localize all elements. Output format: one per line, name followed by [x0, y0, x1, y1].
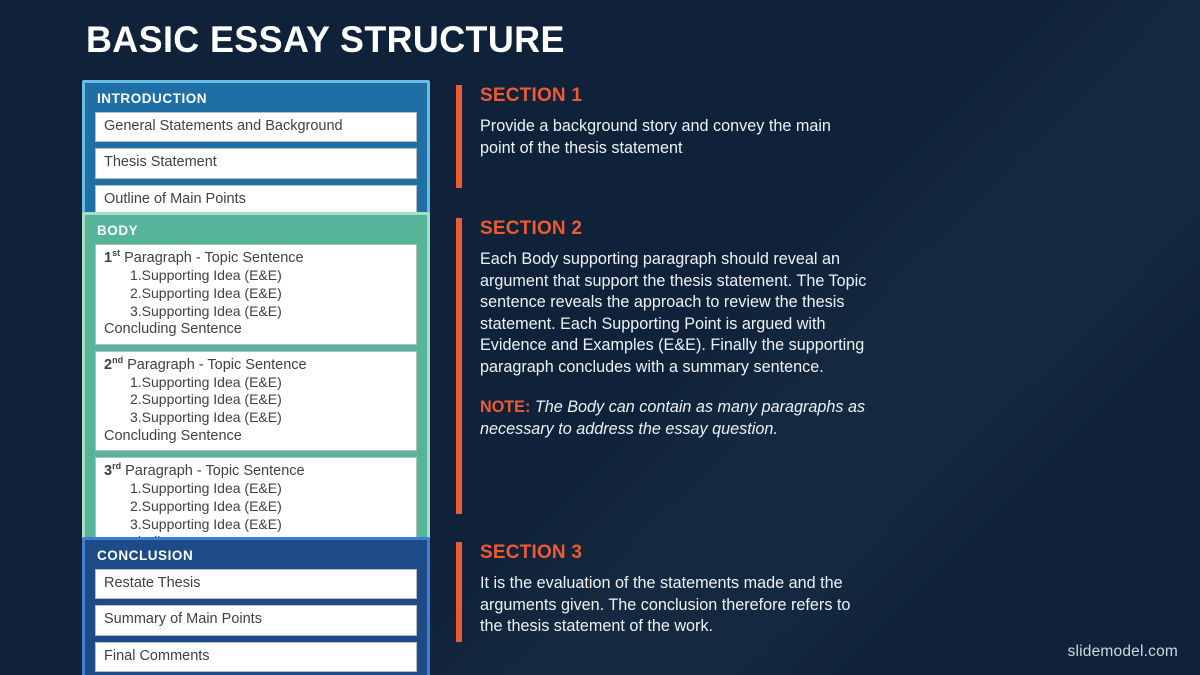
page-title: BASIC ESSAY STRUCTURE [86, 19, 565, 60]
paragraph-heading: 2nd Paragraph - Topic Sentence [104, 354, 408, 374]
note-label: NOTE: [480, 398, 531, 417]
paragraph-ordinal-number: 1 [104, 250, 113, 266]
paragraph-concluding-sentence: Concluding Sentence [104, 321, 242, 338]
supporting-idea-item: 3.Supporting Idea (E&E) [130, 409, 282, 426]
section-3-title: SECTION 3 [480, 542, 583, 563]
supporting-idea-item: 1.Supporting Idea (E&E) [130, 373, 282, 390]
panel-introduction-title: INTRODUCTION [97, 91, 208, 106]
body-paragraph-card: 2nd Paragraph - Topic Sentence 1.Support… [95, 350, 417, 452]
body-paragraph-card: 1st Paragraph - Topic Sentence 1.Support… [95, 244, 417, 345]
intro-row-2: Thesis Statement [95, 148, 417, 179]
conclusion-row-2: Summary of Main Points [95, 605, 417, 636]
section-1: SECTION 1 Provide a background story and… [456, 85, 870, 188]
section-3: SECTION 3 It is the evaluation of the st… [456, 542, 870, 642]
paragraph-ordinal-suffix: nd [112, 354, 124, 365]
paragraph-heading-rest: Paragraph - Topic Sentence [120, 250, 304, 266]
paragraph-ordinal: 1st [104, 248, 121, 266]
panel-introduction: INTRODUCTION General Statements and Back… [82, 80, 430, 228]
supporting-idea-item: 2.Supporting Idea (E&E) [130, 284, 282, 301]
supporting-idea-item: 2.Supporting Idea (E&E) [130, 391, 282, 408]
paragraph-heading-rest: Paragraph - Topic Sentence [121, 463, 305, 480]
paragraph-ordinal: 2nd [104, 354, 124, 373]
supporting-idea-item: 1.Supporting Idea (E&E) [130, 480, 282, 497]
panel-body: BODY 1st Paragraph - Topic Sentence 1.Su… [82, 212, 430, 570]
watermark: slidemodel.com [1067, 643, 1178, 660]
paragraph-supporting-list: 1.Supporting Idea (E&E) 2.Supporting Ide… [130, 374, 408, 427]
section-accent-bar [456, 542, 462, 642]
section-2-title: SECTION 2 [480, 218, 583, 239]
note-text: The Body can contain as many paragraphs … [480, 398, 866, 438]
section-2-note: NOTE: The Body can contain as many parag… [480, 397, 870, 440]
conclusion-row-3: Final Comments [95, 641, 417, 673]
paragraph-heading: 1st Paragraph - Topic Sentence [104, 249, 408, 267]
intro-row-1: General Statements and Background [95, 112, 417, 143]
paragraph-heading-rest: Paragraph - Topic Sentence [123, 356, 307, 373]
intro-row-3: Outline of Main Points [95, 184, 417, 216]
supporting-idea-item: 1.Supporting Idea (E&E) [130, 267, 282, 284]
paragraph-heading: 3rd Paragraph - Topic Sentence [104, 462, 408, 480]
supporting-idea-item: 3.Supporting Idea (E&E) [130, 302, 282, 319]
paragraph-ordinal-number: 3 [104, 463, 113, 480]
supporting-idea-item: 3.Supporting Idea (E&E) [130, 515, 282, 532]
slide-canvas: BASIC ESSAY STRUCTURE INTRODUCTION Gener… [0, 0, 1200, 675]
paragraph-ordinal-suffix: st [112, 248, 121, 259]
paragraph-ordinal-suffix: rd [112, 461, 122, 472]
paragraph-supporting-list: 1.Supporting Idea (E&E) 2.Supporting Ide… [130, 480, 408, 533]
section-accent-bar [456, 85, 462, 188]
paragraph-concluding-sentence: Concluding Sentence [104, 427, 242, 444]
section-2-text: Each Body supporting paragraph should re… [480, 250, 867, 376]
conclusion-row-1: Restate Thesis [95, 569, 417, 600]
section-1-title: SECTION 1 [480, 85, 583, 106]
supporting-idea-item: 2.Supporting Idea (E&E) [130, 497, 282, 514]
paragraph-supporting-list: 1.Supporting Idea (E&E) 2.Supporting Ide… [130, 267, 408, 320]
section-1-text: Provide a background story and convey th… [480, 117, 831, 157]
paragraph-ordinal: 3rd [104, 461, 122, 480]
section-2: SECTION 2 Each Body supporting paragraph… [456, 218, 870, 514]
section-accent-bar [456, 218, 462, 514]
panel-body-title: BODY [97, 223, 139, 238]
paragraph-ordinal-number: 2 [104, 356, 113, 373]
section-3-text: It is the evaluation of the statements m… [480, 574, 851, 636]
panel-conclusion-title: CONCLUSION [97, 548, 194, 563]
panel-conclusion: CONCLUSION Restate Thesis Summary of Mai… [82, 537, 430, 675]
